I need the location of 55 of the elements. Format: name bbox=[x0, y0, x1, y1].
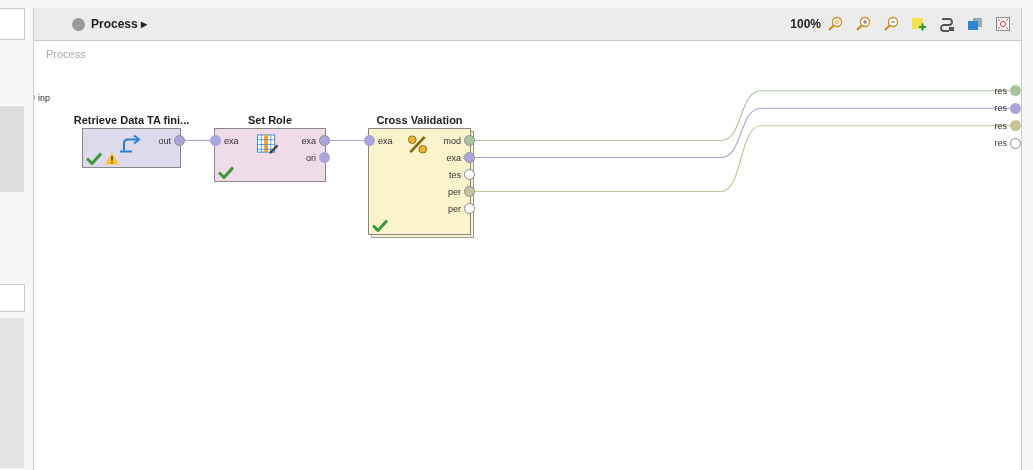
port-label: exa bbox=[378, 135, 393, 146]
fit-icon[interactable] bbox=[995, 16, 1011, 32]
port-icon[interactable] bbox=[464, 135, 475, 146]
port-label: exa bbox=[301, 135, 316, 146]
port-icon[interactable] bbox=[364, 135, 375, 146]
port-icon[interactable] bbox=[1010, 85, 1021, 97]
breadcrumb[interactable]: Process ▸ bbox=[91, 17, 148, 31]
port-icon[interactable] bbox=[464, 152, 475, 163]
percent-icon bbox=[405, 134, 430, 155]
port-icon[interactable] bbox=[1010, 102, 1021, 114]
operator-title: Retrieve Data TA fini... bbox=[73, 114, 190, 126]
scrollbar[interactable] bbox=[0, 106, 24, 192]
canvas-title: Process bbox=[46, 48, 86, 60]
side-panel bbox=[0, 284, 25, 312]
connection-line[interactable] bbox=[474, 107, 1011, 159]
zoom-out-icon[interactable] bbox=[883, 16, 899, 32]
port-label: per bbox=[448, 186, 461, 197]
port-label: inp bbox=[38, 92, 50, 103]
operator-title: Cross Validation bbox=[376, 114, 463, 126]
connection-line[interactable] bbox=[474, 90, 1011, 142]
side-panel bbox=[0, 8, 25, 40]
port-icon[interactable] bbox=[1010, 120, 1021, 132]
port-label: res bbox=[994, 85, 1007, 96]
plug-icon[interactable] bbox=[939, 16, 955, 32]
port-label: mod bbox=[443, 135, 461, 146]
process-canvas[interactable]: Process inp Retrieve Data TA fini... out Set Role exa exa ori Cross Validation exa mod exa tes per per res res res res bbox=[34, 41, 1021, 470]
connection-line[interactable] bbox=[184, 139, 211, 142]
port-icon[interactable] bbox=[464, 186, 475, 197]
retrieve-icon bbox=[117, 134, 142, 155]
port-label: exa bbox=[224, 135, 239, 146]
zoom-level: 100% bbox=[790, 17, 821, 31]
operator-title: Set Role bbox=[248, 114, 292, 126]
layers-icon[interactable] bbox=[967, 16, 983, 32]
port-label: res bbox=[994, 138, 1007, 149]
table-edit-icon bbox=[256, 134, 280, 155]
port-label: res bbox=[994, 103, 1007, 114]
port-icon[interactable] bbox=[210, 135, 221, 146]
port-label: tes bbox=[449, 169, 461, 180]
port-icon[interactable] bbox=[464, 203, 475, 214]
zoom-reset-icon[interactable] bbox=[827, 16, 843, 32]
connection-line[interactable] bbox=[329, 139, 365, 142]
port-label: res bbox=[994, 120, 1007, 131]
add-note-icon[interactable] bbox=[911, 16, 927, 32]
zoom-in-icon[interactable] bbox=[855, 16, 871, 32]
port-icon[interactable] bbox=[1010, 137, 1021, 149]
process-icon[interactable] bbox=[72, 17, 85, 31]
port-label: out bbox=[158, 135, 171, 146]
port-icon[interactable] bbox=[464, 169, 475, 180]
connection-line[interactable] bbox=[474, 125, 1011, 193]
port-icon[interactable] bbox=[319, 135, 330, 146]
port-icon[interactable] bbox=[319, 152, 330, 163]
port-label: per bbox=[448, 203, 461, 214]
port-label: exa bbox=[446, 152, 461, 163]
port-label: ori bbox=[306, 152, 316, 163]
port-icon[interactable] bbox=[174, 135, 185, 146]
